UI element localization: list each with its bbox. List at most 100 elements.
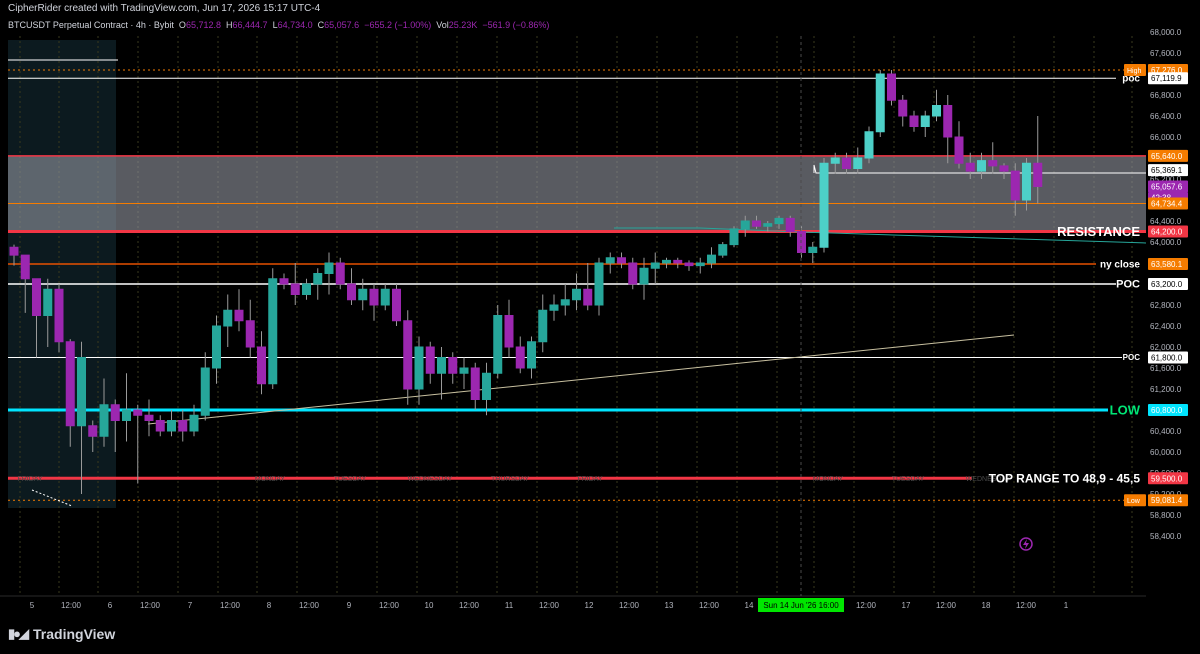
candle-body[interactable] — [144, 414, 154, 421]
candle-body[interactable] — [279, 278, 289, 285]
candle-body[interactable] — [425, 346, 435, 374]
candle-body[interactable] — [189, 414, 199, 432]
candle-body[interactable] — [594, 262, 604, 306]
candle-body[interactable] — [155, 420, 165, 432]
candle-body[interactable] — [54, 288, 64, 343]
candle-body[interactable] — [369, 288, 379, 306]
candle-body[interactable] — [223, 309, 233, 327]
candle-body[interactable] — [560, 299, 570, 306]
candle-body[interactable] — [999, 165, 1009, 172]
candle-body[interactable] — [245, 320, 255, 348]
candle-body[interactable] — [20, 254, 30, 280]
candle-body[interactable] — [527, 341, 536, 369]
candle-body[interactable] — [830, 157, 840, 164]
candle-body[interactable] — [842, 157, 851, 169]
candle-body[interactable] — [392, 288, 401, 322]
candle-body[interactable] — [32, 278, 41, 316]
candle-body[interactable] — [9, 246, 19, 256]
candle-body[interactable] — [324, 262, 334, 274]
candle-body[interactable] — [673, 259, 683, 264]
candle-body[interactable] — [347, 283, 356, 301]
candle-body[interactable] — [403, 320, 413, 390]
candle-body[interactable] — [99, 404, 109, 437]
open-label: O — [178, 20, 186, 30]
candle-body[interactable] — [448, 357, 458, 374]
open-value: 65,712.8 — [185, 20, 221, 30]
candle-body[interactable] — [605, 257, 615, 264]
candle-body[interactable] — [212, 325, 221, 369]
change-value: −655.2 (−1.00%) — [364, 20, 432, 30]
candle-body[interactable] — [875, 73, 885, 133]
candle-body[interactable] — [763, 223, 773, 227]
candle-body[interactable] — [662, 259, 671, 264]
candle-body[interactable] — [414, 346, 424, 390]
candle-body[interactable] — [920, 115, 930, 127]
candle-body[interactable] — [437, 357, 446, 374]
price-tag-value: 59,500.0 — [1151, 474, 1183, 483]
candle-body[interactable] — [988, 160, 998, 167]
candle-body[interactable] — [628, 262, 638, 285]
volume-value: 25.23K — [448, 20, 478, 30]
candle-body[interactable] — [774, 217, 784, 225]
candle-body[interactable] — [515, 346, 525, 369]
candle-body[interactable] — [572, 288, 581, 301]
candle-body[interactable] — [684, 262, 694, 267]
candle-body[interactable] — [740, 220, 750, 230]
candle-body[interactable] — [358, 288, 368, 301]
candle-body[interactable] — [167, 420, 176, 432]
candle-body[interactable] — [133, 409, 143, 416]
candle-body[interactable] — [504, 315, 514, 348]
candle-body[interactable] — [257, 346, 266, 385]
candle-body[interactable] — [785, 217, 795, 232]
candle-body[interactable] — [695, 262, 705, 267]
candle-body[interactable] — [302, 283, 311, 295]
candle-body[interactable] — [65, 341, 75, 427]
tradingview-logo[interactable]: ▮●◢ TradingView — [8, 626, 115, 642]
candle-body[interactable] — [1010, 170, 1020, 201]
candle-body[interactable] — [707, 254, 716, 264]
candle-body[interactable] — [909, 115, 919, 127]
candle-body[interactable] — [549, 304, 559, 311]
candle-body[interactable] — [268, 278, 278, 385]
y-tick-label: 61,200.0 — [1150, 385, 1182, 394]
candle-body[interactable] — [943, 105, 953, 138]
candle-body[interactable] — [617, 257, 626, 264]
candle-body[interactable] — [718, 244, 728, 256]
candle-body[interactable] — [887, 73, 896, 101]
candle-body[interactable] — [493, 315, 503, 374]
candle-body[interactable] — [808, 246, 818, 253]
candle-body[interactable] — [538, 309, 548, 343]
candle-body[interactable] — [650, 262, 660, 269]
candle-body[interactable] — [853, 157, 863, 169]
candle-body[interactable] — [752, 220, 761, 227]
candle-body[interactable] — [639, 267, 649, 285]
candle-body[interactable] — [290, 283, 300, 295]
candle-body[interactable] — [459, 367, 469, 374]
candle-body[interactable] — [977, 160, 986, 172]
candle-body[interactable] — [234, 309, 244, 322]
candle-body[interactable] — [110, 404, 120, 421]
candle-body[interactable] — [178, 420, 188, 432]
candle-body[interactable] — [864, 131, 874, 159]
candle-body[interactable] — [729, 228, 739, 246]
candle-body[interactable] — [43, 288, 53, 316]
candle-body[interactable] — [583, 288, 593, 306]
candle-body[interactable] — [313, 273, 323, 285]
resistance-zone[interactable] — [8, 155, 1146, 232]
candle-body[interactable] — [965, 162, 975, 172]
candle-body[interactable] — [335, 262, 345, 285]
candle-body[interactable] — [380, 288, 390, 306]
candle-body[interactable] — [932, 105, 941, 117]
candle-body[interactable] — [954, 136, 964, 164]
candle-body[interactable] — [122, 409, 131, 421]
candle-body[interactable] — [200, 367, 210, 416]
candle-body[interactable] — [77, 357, 86, 427]
candle-body[interactable] — [1022, 162, 1031, 201]
candle-body[interactable] — [470, 367, 480, 400]
candle-body[interactable] — [482, 372, 491, 400]
candle-body[interactable] — [88, 425, 98, 437]
candle-body[interactable] — [819, 162, 829, 248]
candle-body[interactable] — [898, 99, 908, 117]
price-chart[interactable]: FRIDAY MONDAY TUESDAY WEDNESDAY THURSDAY FRID… — [0, 0, 1200, 618]
candle-body[interactable] — [1033, 162, 1043, 187]
